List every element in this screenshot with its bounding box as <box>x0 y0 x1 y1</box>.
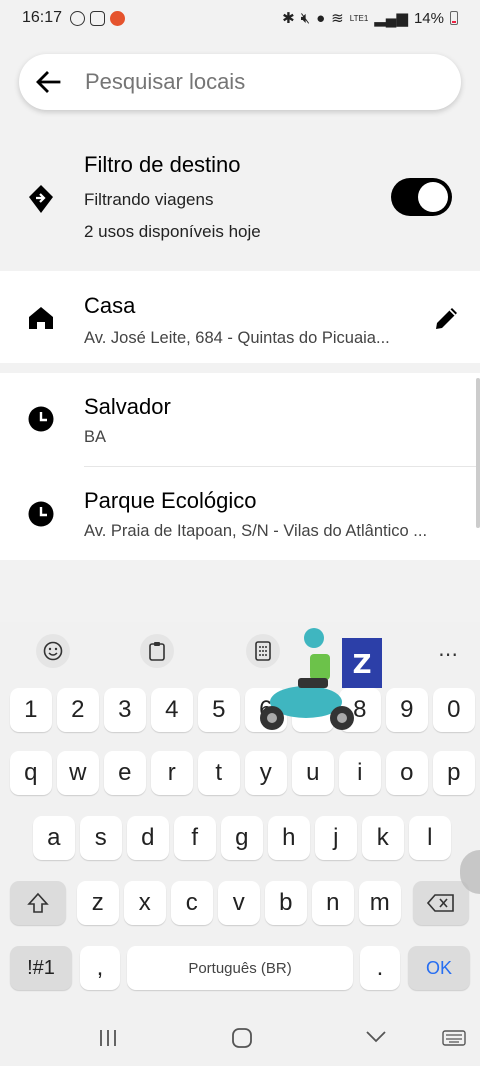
clipboard-icon <box>149 642 165 661</box>
key-5[interactable]: 5 <box>198 688 240 732</box>
pencil-icon <box>436 308 457 329</box>
recent-place-title: Parque Ecológico <box>84 488 257 513</box>
scrollbar[interactable] <box>476 378 480 528</box>
space-key[interactable]: Português (BR) <box>127 946 353 990</box>
symbols-key[interactable]: !#1 <box>10 946 72 990</box>
more-options-icon[interactable]: ⋯ <box>438 642 458 667</box>
key-3[interactable]: 3 <box>104 688 146 732</box>
destination-filter-section: Filtro de destino Filtrando viagens 2 us… <box>0 128 480 270</box>
back-nav-button[interactable] <box>365 1030 387 1049</box>
recent-place-subtitle: BA <box>84 428 107 446</box>
filter-title: Filtro de destino <box>84 152 241 177</box>
home-title: Casa <box>84 293 136 318</box>
arrow-left-icon <box>36 71 61 93</box>
destination-filter-icon <box>28 184 54 219</box>
svg-text:Z: Z <box>353 650 372 680</box>
system-navigation-bar <box>0 1010 480 1066</box>
key-1[interactable]: 1 <box>10 688 52 732</box>
home-nav-button[interactable] <box>231 1027 253 1054</box>
recent-apps-icon <box>100 1030 116 1046</box>
clock-icon <box>28 406 54 437</box>
key-n[interactable]: n <box>312 881 354 925</box>
backspace-key[interactable] <box>413 881 469 925</box>
filter-usage: 2 usos disponíveis hoje <box>84 222 261 241</box>
key-u[interactable]: u <box>292 751 334 795</box>
key-x[interactable]: x <box>124 881 166 925</box>
key-f[interactable]: f <box>174 816 216 860</box>
status-time: 16:17 <box>22 9 63 26</box>
key-0[interactable]: 0 <box>433 688 475 732</box>
key-w[interactable]: w <box>57 751 99 795</box>
period-key[interactable]: . <box>360 946 400 990</box>
key-v[interactable]: v <box>218 881 260 925</box>
location-icon: ● <box>316 9 326 27</box>
key-d[interactable]: d <box>127 816 169 860</box>
emoji-button[interactable] <box>36 634 70 668</box>
key-4[interactable]: 4 <box>151 688 193 732</box>
shift-icon <box>27 892 49 913</box>
clock-icon <box>28 501 54 532</box>
lte-label: LTE1 <box>349 13 369 23</box>
home-nav-icon <box>232 1028 252 1048</box>
recent-place-item[interactable]: Parque Ecológico Av. Praia de Itapoan, S… <box>0 467 480 560</box>
recent-places-list: Salvador BA Parque Ecológico Av. Praia d… <box>0 373 480 560</box>
backspace-icon <box>427 894 454 912</box>
key-b[interactable]: b <box>265 881 307 925</box>
key-y[interactable]: y <box>245 751 287 795</box>
filter-status: Filtrando viagens <box>84 190 214 209</box>
key-r[interactable]: r <box>151 751 193 795</box>
instagram-icon <box>90 10 106 26</box>
key-j[interactable]: j <box>315 816 357 860</box>
ok-key[interactable]: OK <box>408 946 470 990</box>
key-g[interactable]: g <box>221 816 263 860</box>
key-e[interactable]: e <box>104 751 146 795</box>
chevron-down-icon <box>366 1031 386 1043</box>
key-z[interactable]: z <box>77 881 119 925</box>
back-button[interactable] <box>21 54 75 110</box>
status-bar: 16:17 ✱ 🔇︎ ● ≋ LTE1 ▂▄▆ 14% <box>0 0 480 36</box>
search-input[interactable] <box>85 69 425 95</box>
toggle-knob <box>418 182 448 212</box>
delivery-mascot-sticker: Z <box>260 628 382 730</box>
key-m[interactable]: m <box>359 881 401 925</box>
key-s[interactable]: s <box>80 816 122 860</box>
recent-apps-button[interactable] <box>98 1028 118 1053</box>
recent-place-item[interactable]: Salvador BA <box>0 373 480 466</box>
bluetooth-icon: ✱ <box>282 10 295 27</box>
key-9[interactable]: 9 <box>386 688 428 732</box>
mute-icon: 🔇︎ <box>300 9 311 27</box>
shift-key[interactable] <box>10 881 66 925</box>
key-t[interactable]: t <box>198 751 240 795</box>
emoji-icon <box>43 641 63 661</box>
edit-home-button[interactable] <box>433 304 461 337</box>
key-h[interactable]: h <box>268 816 310 860</box>
recent-place-subtitle: Av. Praia de Itapoan, S/N - Vilas do Atl… <box>84 522 428 540</box>
key-i[interactable]: i <box>339 751 381 795</box>
key-k[interactable]: k <box>362 816 404 860</box>
keyboard-icon <box>442 1030 466 1046</box>
home-address: Av. José Leite, 684 - Quintas do Picuaia… <box>84 329 390 347</box>
key-l[interactable]: l <box>409 816 451 860</box>
key-q[interactable]: q <box>10 751 52 795</box>
whatsapp-icon <box>70 10 86 26</box>
comma-key[interactable]: , <box>80 946 120 990</box>
search-bar <box>19 54 461 110</box>
battery-icon <box>450 11 458 25</box>
battery-percent: 14% <box>413 9 444 27</box>
home-icon <box>28 306 54 335</box>
key-a[interactable]: a <box>33 816 75 860</box>
clipboard-button[interactable] <box>140 634 174 668</box>
key-2[interactable]: 2 <box>57 688 99 732</box>
filter-toggle[interactable] <box>391 178 452 216</box>
key-p[interactable]: p <box>433 751 475 795</box>
keyboard-hide-button[interactable] <box>442 1030 466 1051</box>
key-c[interactable]: c <box>171 881 213 925</box>
notification-app-icon <box>110 10 126 26</box>
saved-place-home[interactable]: Casa Av. José Leite, 684 - Quintas do Pi… <box>0 271 480 363</box>
wifi-icon: ≋ <box>331 10 344 27</box>
signal-icon: ▂▄▆ <box>374 10 408 27</box>
key-o[interactable]: o <box>386 751 428 795</box>
keyboard-toolbar: ⋯ <box>0 622 480 678</box>
recent-place-title: Salvador <box>84 394 171 419</box>
